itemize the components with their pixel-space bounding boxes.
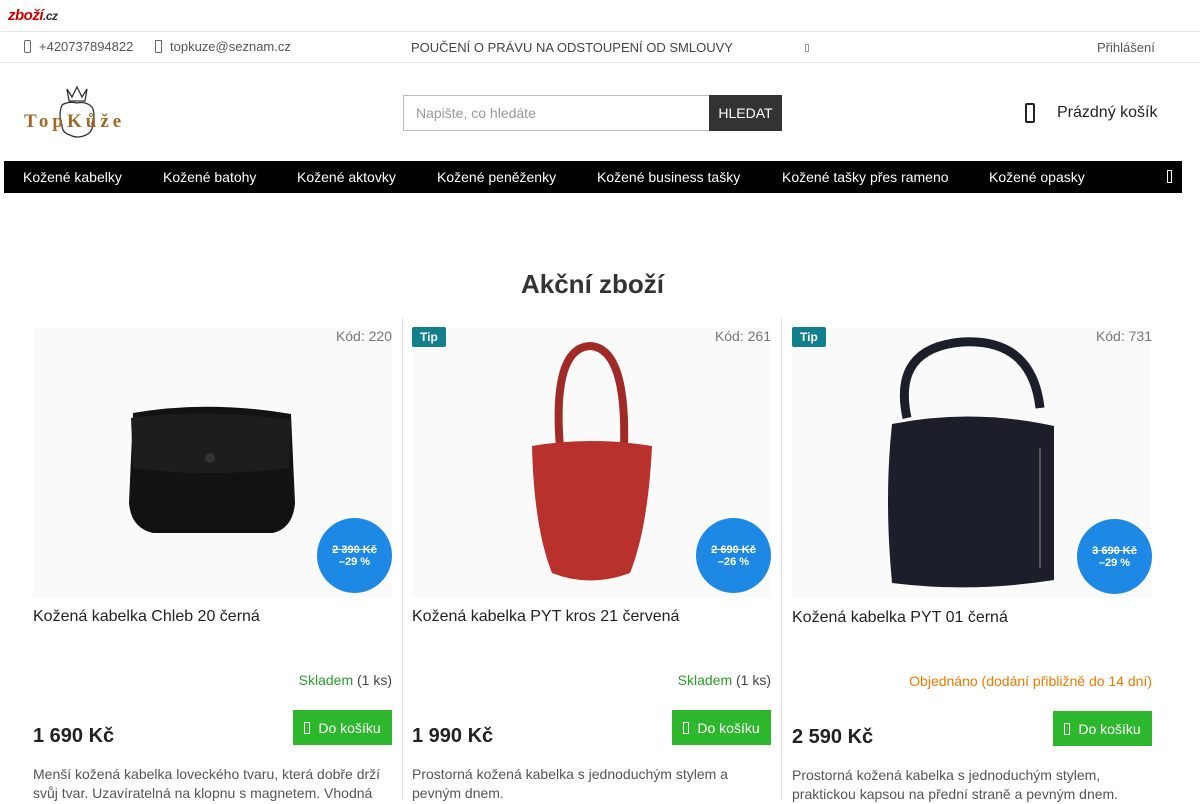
logo-text: TopKůže bbox=[24, 111, 126, 132]
main-nav: Kožené kabelky Kožené batohy Kožené akto… bbox=[4, 161, 1182, 193]
product-description: Menší kožená kabelka loveckého tvaru, kt… bbox=[33, 766, 381, 801]
product-price: 2 590 Kč bbox=[792, 726, 874, 748]
envelope-icon bbox=[155, 40, 162, 53]
discount-badge: 3 690 Kč –29 % bbox=[1077, 519, 1152, 594]
search-form: Napište, co hledáte HLEDAT bbox=[403, 95, 782, 131]
discount-percent: –26 % bbox=[717, 555, 750, 568]
nav-item-briefcases[interactable]: Kožené aktovky bbox=[297, 169, 396, 185]
nav-item-wallets[interactable]: Kožené peněženky bbox=[437, 169, 556, 185]
stock-qty: (1 ks) bbox=[357, 672, 392, 688]
product-description: Prostorná kožená kabelka s jednoduchým s… bbox=[412, 766, 728, 801]
section-title: Akční zboží bbox=[520, 269, 664, 299]
discount-percent: –29 % bbox=[338, 555, 371, 568]
zbozi-bar: zboží.cz bbox=[0, 0, 1200, 32]
header: TopKůže Napište, co hledáte HLEDAT Prázd… bbox=[0, 63, 1200, 161]
withdrawal-info-link[interactable]: POUČENÍ O PRÁVU NA ODSTOUPENÍ OD SMLOUVY bbox=[411, 40, 733, 55]
login-link[interactable]: Přihlášení bbox=[1097, 40, 1155, 55]
phone-number: +420737894822 bbox=[39, 39, 134, 54]
cart-icon bbox=[304, 721, 311, 734]
nav-more-icon[interactable] bbox=[1167, 170, 1172, 183]
contact-bar: +420737894822 topkuze@seznam.cz POUČENÍ … bbox=[0, 32, 1200, 63]
zbozi-logo[interactable]: zboží.cz bbox=[8, 7, 58, 24]
nav-item-business-bags[interactable]: Kožené business tašky bbox=[597, 169, 740, 185]
product-name[interactable]: Kožená kabelka PYT kros 21 červená bbox=[412, 608, 679, 626]
product-list: Kód: 220 2 390 Kč –29 % Kožená kabelka C… bbox=[23, 318, 1162, 802]
stock-status: Objednáno (dodání přibližně do 14 dní) bbox=[909, 673, 1152, 689]
nav-item-backpacks[interactable]: Kožené batohy bbox=[163, 169, 256, 185]
more-links-icon[interactable] bbox=[805, 44, 809, 52]
email-address: topkuze@seznam.cz bbox=[170, 39, 291, 54]
phone-contact[interactable]: +420737894822 bbox=[24, 39, 133, 54]
cart-label: Prázdný košík bbox=[1057, 104, 1158, 121]
cart[interactable]: Prázdný košík bbox=[1025, 103, 1157, 123]
add-to-cart-label: Do košíku bbox=[697, 719, 760, 736]
nav-item-belts[interactable]: Kožené opasky bbox=[989, 169, 1085, 185]
product-description: Prostorná kožená kabelka s jednoduchým s… bbox=[792, 767, 1119, 802]
stock-label: Skladem bbox=[298, 672, 354, 688]
product-card: Tip Kód: 731 3 690 Kč –29 % Kožená kabel… bbox=[782, 318, 1162, 802]
old-price: 3 690 Kč bbox=[1092, 544, 1137, 557]
stock-status: Skladem (1 ks) bbox=[299, 672, 392, 688]
nav-item-bags[interactable]: Kožené kabelky bbox=[23, 169, 122, 185]
search-button[interactable]: HLEDAT bbox=[709, 95, 782, 131]
stock-label: Objednáno (dodání přibližně do 14 dní) bbox=[909, 673, 1152, 689]
phone-icon bbox=[24, 40, 31, 53]
zbozi-logo-suffix: .cz bbox=[43, 9, 58, 23]
old-price: 2 390 Kč bbox=[332, 543, 377, 556]
product-code: Kód: 261 bbox=[714, 328, 771, 344]
product-card: Tip Kód: 261 2 690 Kč –26 % Kožená kabel… bbox=[402, 318, 782, 801]
add-to-cart-button[interactable]: Do košíku bbox=[293, 710, 392, 745]
add-to-cart-label: Do košíku bbox=[1078, 720, 1141, 737]
stock-label: Skladem bbox=[677, 672, 733, 688]
product-price: 1 690 Kč bbox=[33, 725, 115, 747]
add-to-cart-button[interactable]: Do košíku bbox=[672, 710, 771, 745]
cart-icon bbox=[1064, 722, 1071, 735]
product-name[interactable]: Kožená kabelka PYT 01 černá bbox=[792, 609, 1008, 627]
cart-icon bbox=[683, 721, 690, 734]
zbozi-logo-text: zboží bbox=[8, 7, 44, 24]
discount-percent: –29 % bbox=[1098, 556, 1131, 569]
product-code: Kód: 731 bbox=[1095, 328, 1152, 344]
product-card: Kód: 220 2 390 Kč –29 % Kožená kabelka C… bbox=[23, 318, 403, 801]
tip-badge: Tip bbox=[792, 327, 826, 347]
old-price: 2 690 Kč bbox=[711, 543, 756, 556]
cart-icon bbox=[1025, 103, 1035, 123]
tip-badge: Tip bbox=[412, 327, 446, 347]
nav-item-shoulder-bags[interactable]: Kožené tašky přes rameno bbox=[782, 169, 949, 185]
discount-badge: 2 690 Kč –26 % bbox=[696, 518, 771, 593]
discount-badge: 2 390 Kč –29 % bbox=[317, 518, 392, 593]
product-price: 1 990 Kč bbox=[412, 725, 494, 747]
search-input[interactable]: Napište, co hledáte bbox=[403, 95, 709, 131]
product-name[interactable]: Kožená kabelka Chleb 20 černá bbox=[33, 608, 260, 626]
add-to-cart-button[interactable]: Do košíku bbox=[1053, 711, 1152, 746]
stock-qty: (1 ks) bbox=[736, 672, 771, 688]
product-code: Kód: 220 bbox=[335, 328, 392, 344]
stock-status: Skladem (1 ks) bbox=[678, 672, 771, 688]
add-to-cart-label: Do košíku bbox=[318, 719, 381, 736]
site-logo[interactable]: TopKůže bbox=[24, 83, 134, 141]
email-contact[interactable]: topkuze@seznam.cz bbox=[155, 39, 291, 54]
